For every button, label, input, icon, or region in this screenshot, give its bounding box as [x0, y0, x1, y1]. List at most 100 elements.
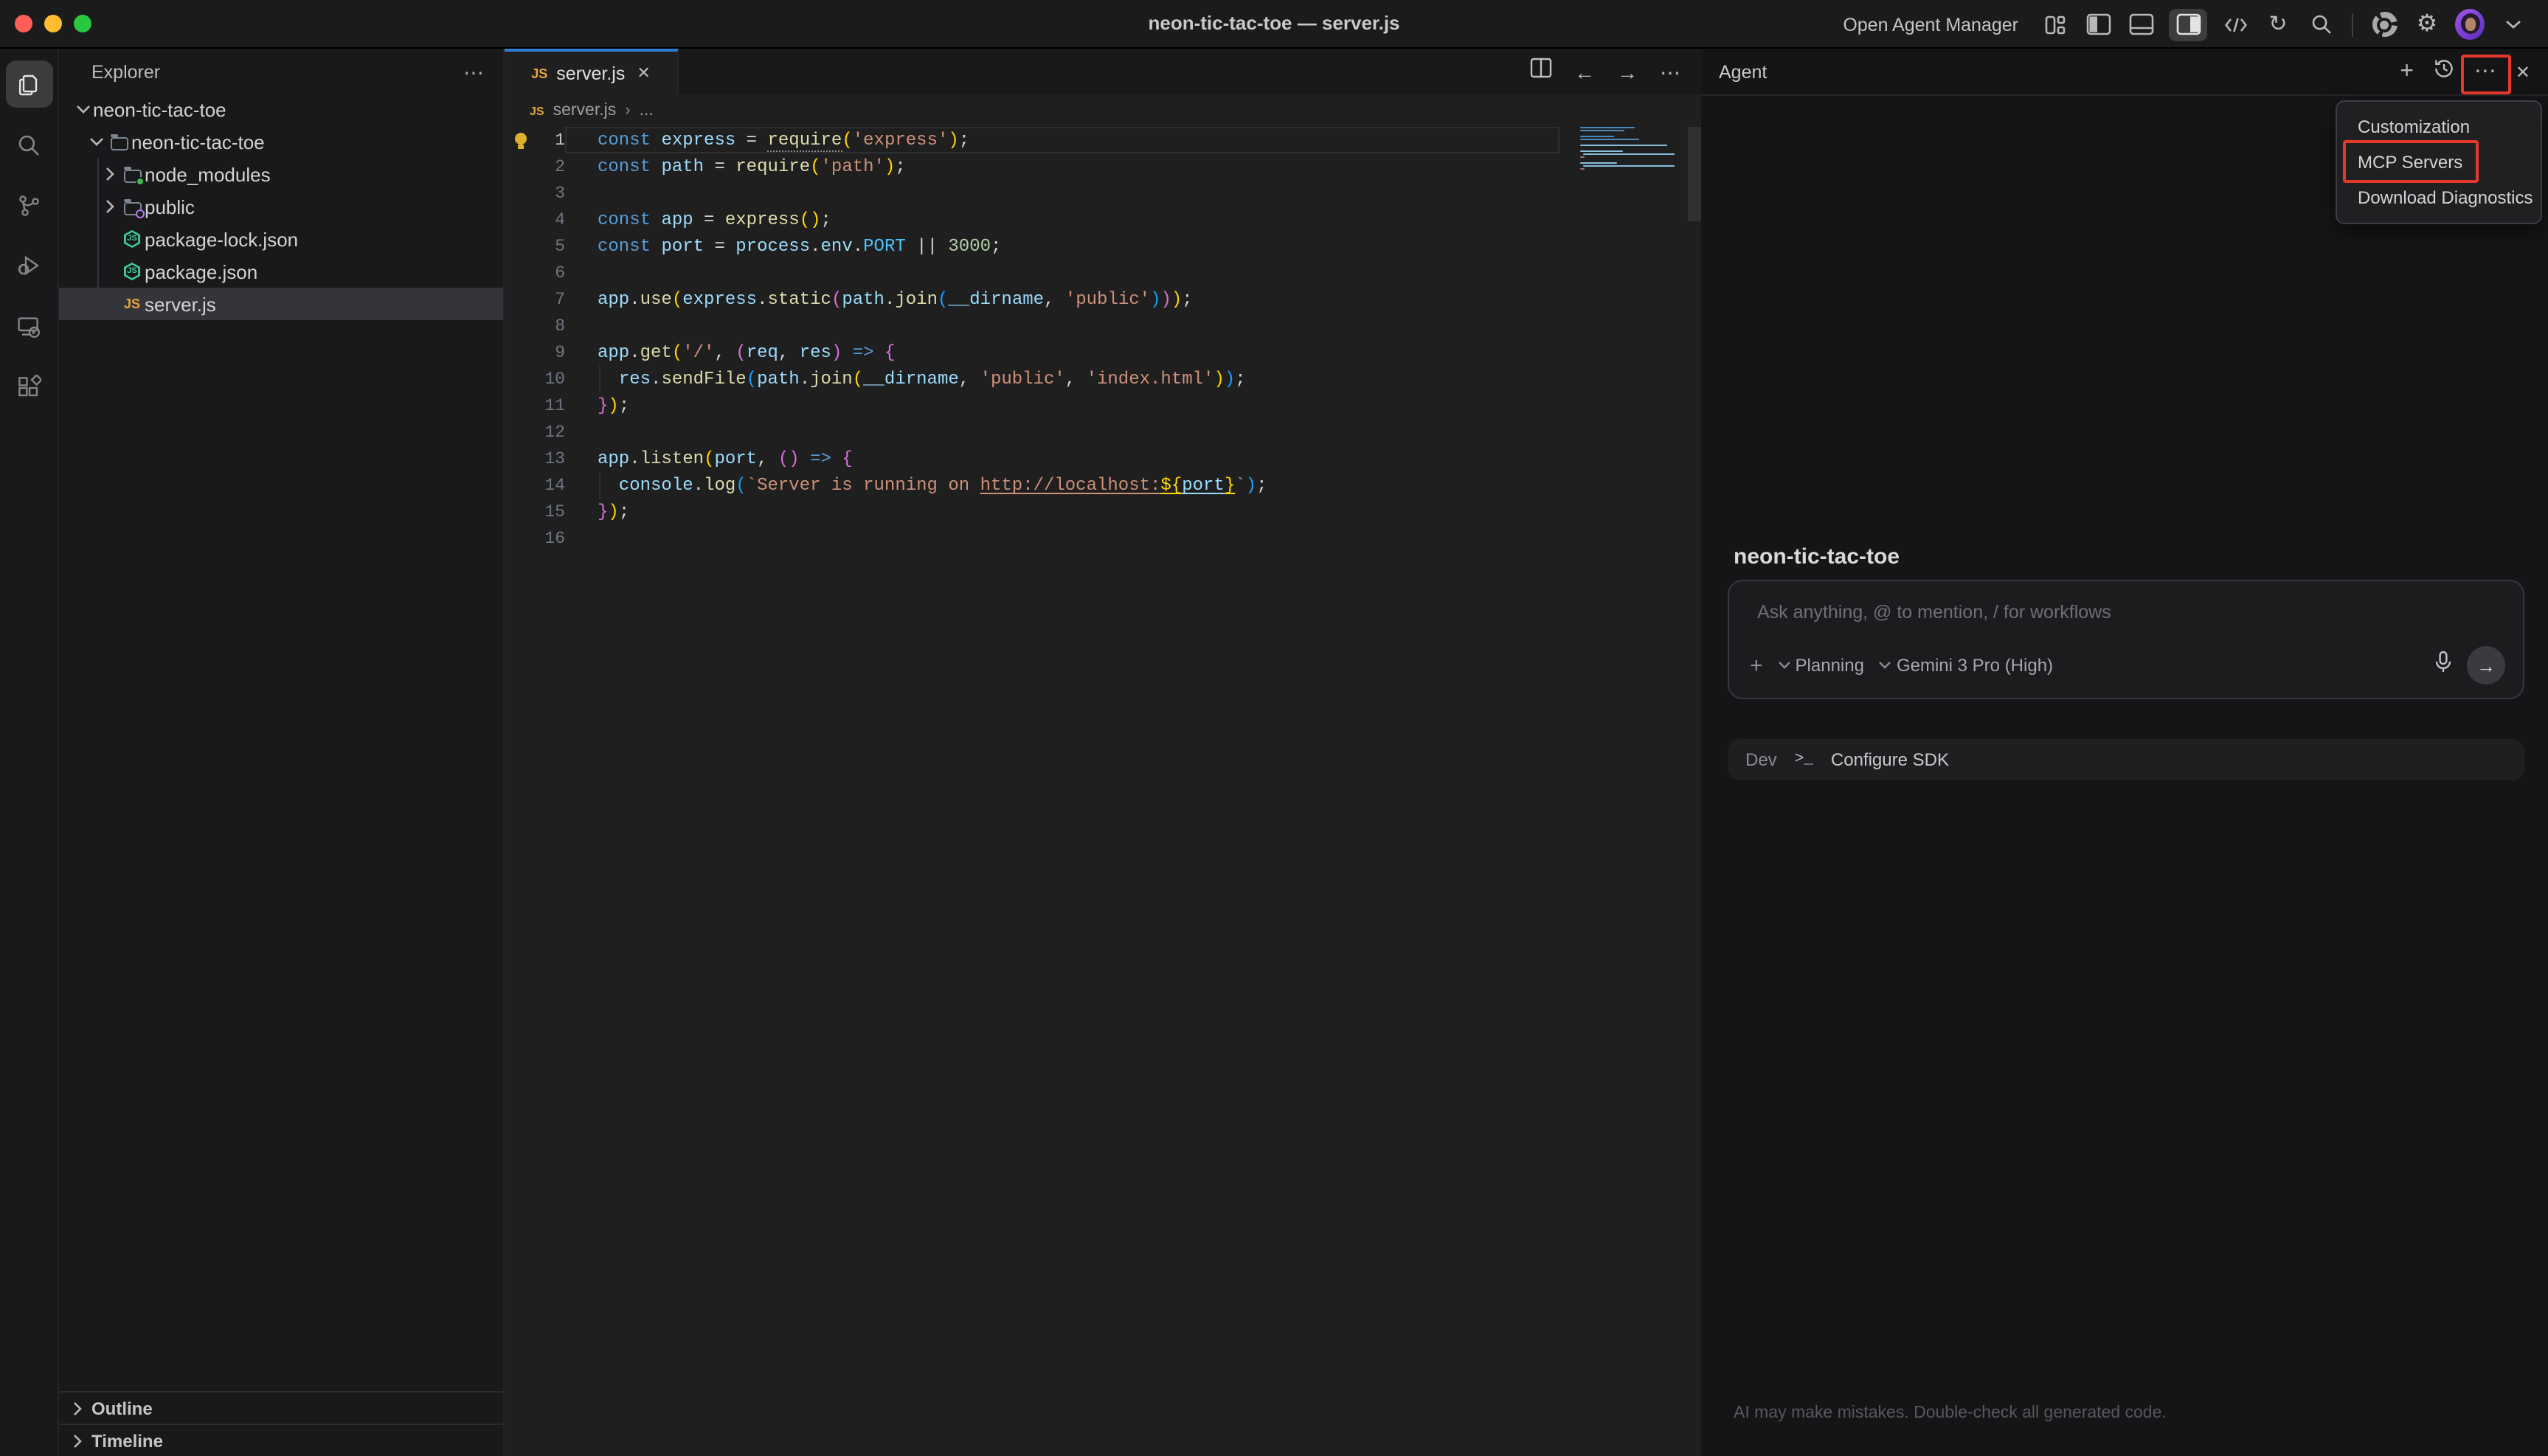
code-line-11[interactable]: 11}); [505, 392, 1701, 419]
send-button[interactable]: → [2467, 646, 2505, 684]
close-window-button[interactable] [15, 15, 32, 32]
mic-icon[interactable] [2434, 650, 2452, 681]
chevron-right-icon[interactable] [99, 167, 120, 181]
run-debug-icon[interactable] [5, 242, 52, 289]
code-line-3[interactable]: 3 [505, 180, 1701, 207]
lightbulb-icon[interactable] [515, 133, 527, 145]
remote-explorer-icon[interactable] [5, 302, 52, 350]
tree-item-public[interactable]: public [59, 190, 503, 223]
line-text: const app = express(); [565, 207, 1701, 233]
minimize-window-button[interactable] [44, 15, 62, 32]
code-line-16[interactable]: 16 [505, 525, 1701, 552]
reload-icon[interactable]: ↻ [2263, 8, 2293, 41]
attach-icon[interactable]: + [1750, 653, 1763, 678]
node-json-icon [120, 230, 145, 248]
open-agent-manager-button[interactable]: Open Agent Manager [1843, 14, 2018, 35]
line-number: 12 [505, 423, 565, 442]
chevron-down-icon[interactable] [86, 134, 106, 149]
line-text: app.listen(port, () => { [565, 446, 1701, 472]
dev-badge: Dev [1745, 749, 1777, 770]
explorer-more-icon[interactable]: ⋯ [463, 60, 485, 85]
line-text: app.use(express.static(path.join(__dirna… [565, 286, 1701, 313]
timeline-section[interactable]: Timeline [59, 1424, 503, 1456]
tree-item-node_modules[interactable]: node_modules [59, 158, 503, 190]
avatar[interactable] [2455, 8, 2485, 41]
code-line-13[interactable]: 13app.listen(port, () => { [505, 446, 1701, 472]
tree-item-label: package-lock.json [145, 228, 298, 250]
chevron-right-icon[interactable] [99, 199, 120, 214]
terminal-icon: >_ [1795, 751, 1813, 769]
code-line-15[interactable]: 15}); [505, 499, 1701, 525]
extensions-icon[interactable] [5, 363, 52, 410]
tree-item-package.json[interactable]: package.json [59, 255, 503, 288]
code-line-5[interactable]: 5const port = process.env.PORT || 3000; [505, 233, 1701, 260]
tree-item-server.js[interactable]: JSserver.js [59, 288, 503, 320]
code-line-4[interactable]: 4const app = express(); [505, 207, 1701, 233]
navigate-back-icon[interactable]: ← [1574, 61, 1595, 82]
search-icon[interactable] [2306, 8, 2336, 41]
close-panel-icon[interactable]: ✕ [2516, 63, 2530, 80]
explorer-sidebar: Explorer ⋯ neon-tic-tac-toeneon-tic-tac-… [59, 49, 505, 1456]
outline-section[interactable]: Outline [59, 1391, 503, 1424]
line-number: 9 [505, 343, 565, 362]
explorer-icon[interactable] [5, 60, 52, 108]
code-line-12[interactable]: 12 [505, 419, 1701, 446]
panel-right-icon[interactable] [2169, 8, 2207, 41]
code-line-1[interactable]: 1const express = require('express'); [505, 127, 1701, 153]
code-area[interactable]: 1const express = require('express');2con… [505, 127, 1701, 552]
code-icon[interactable] [2220, 8, 2250, 41]
line-text: console.log(`Server is running on http:/… [565, 472, 1701, 499]
tree-item-neon-tic-tac-toe[interactable]: neon-tic-tac-toe [59, 125, 503, 158]
close-tab-icon[interactable]: ✕ [637, 63, 650, 83]
menu-item-customization[interactable]: Customization [2337, 109, 2541, 145]
layout-customize-icon[interactable] [2040, 8, 2070, 41]
tree-item-label: package.json [145, 260, 257, 282]
mode-selector[interactable]: Planning [1778, 655, 1864, 676]
code-line-14[interactable]: 14 console.log(`Server is running on htt… [505, 472, 1701, 499]
chevron-down-icon[interactable] [72, 102, 93, 117]
mode-selector-label: Planning [1796, 655, 1864, 676]
code-line-6[interactable]: 6 [505, 260, 1701, 286]
minimap-line [1580, 130, 1625, 132]
model-selector[interactable]: Gemini 3 Pro (High) [1879, 655, 2053, 676]
agent-prompt-box[interactable]: Ask anything, @ to mention, / for workfl… [1728, 580, 2524, 699]
tree-item-label: neon-tic-tac-toe [93, 98, 226, 120]
breadcrumb-file[interactable]: server.js [553, 102, 617, 119]
source-control-icon[interactable] [5, 181, 52, 229]
agent-input[interactable]: Ask anything, @ to mention, / for workfl… [1757, 602, 2111, 623]
panel-left-icon[interactable] [2083, 8, 2113, 41]
js-file-icon: JS [531, 66, 547, 80]
line-number: 11 [505, 396, 565, 415]
code-line-10[interactable]: 10 res.sendFile(path.join(__dirname, 'pu… [505, 366, 1701, 392]
divider [2352, 13, 2353, 36]
tree-item-neon-tic-tac-toe[interactable]: neon-tic-tac-toe [59, 93, 503, 125]
navigate-forward-icon[interactable]: → [1617, 61, 1638, 82]
line-text: res.sendFile(path.join(__dirname, 'publi… [565, 366, 1701, 392]
tree-item-package-lock.json[interactable]: package-lock.json [59, 223, 503, 255]
folder-icon [106, 134, 131, 150]
breadcrumb[interactable]: JS server.js › ... [505, 94, 1701, 127]
history-icon[interactable] [2433, 57, 2455, 86]
timeline-label: Timeline [91, 1430, 163, 1451]
split-editor-icon[interactable] [1530, 58, 1552, 86]
search-icon[interactable] [5, 121, 52, 168]
code-line-8[interactable]: 8 [505, 313, 1701, 339]
line-text [565, 313, 1701, 339]
code-line-9[interactable]: 9app.get('/', (req, res) => { [505, 339, 1701, 366]
panel-bottom-icon[interactable] [2126, 8, 2156, 41]
menu-item-download-diagnostics[interactable]: Download Diagnostics [2337, 180, 2541, 215]
code-line-2[interactable]: 2const path = require('path'); [505, 153, 1701, 180]
editor-scrollbar[interactable] [1688, 127, 1701, 221]
zoom-window-button[interactable] [74, 15, 91, 32]
code-line-7[interactable]: 7app.use(express.static(path.join(__dirn… [505, 286, 1701, 313]
minimap[interactable] [1580, 127, 1678, 174]
browser-logo-icon[interactable] [2369, 8, 2399, 41]
tab-server-js[interactable]: JS server.js ✕ [505, 49, 679, 94]
new-chat-icon[interactable]: + [2400, 60, 2414, 83]
gear-icon[interactable]: ⚙ [2412, 8, 2442, 41]
breadcrumb-more[interactable]: ... [640, 102, 654, 119]
more-actions-icon[interactable]: ⋯ [1660, 61, 1680, 82]
chevron-down-icon[interactable] [2498, 8, 2527, 41]
window-title: neon-tic-tac-toe — server.js [1149, 12, 1400, 34]
configure-sdk-row[interactable]: Dev >_ Configure SDK [1728, 739, 2524, 780]
